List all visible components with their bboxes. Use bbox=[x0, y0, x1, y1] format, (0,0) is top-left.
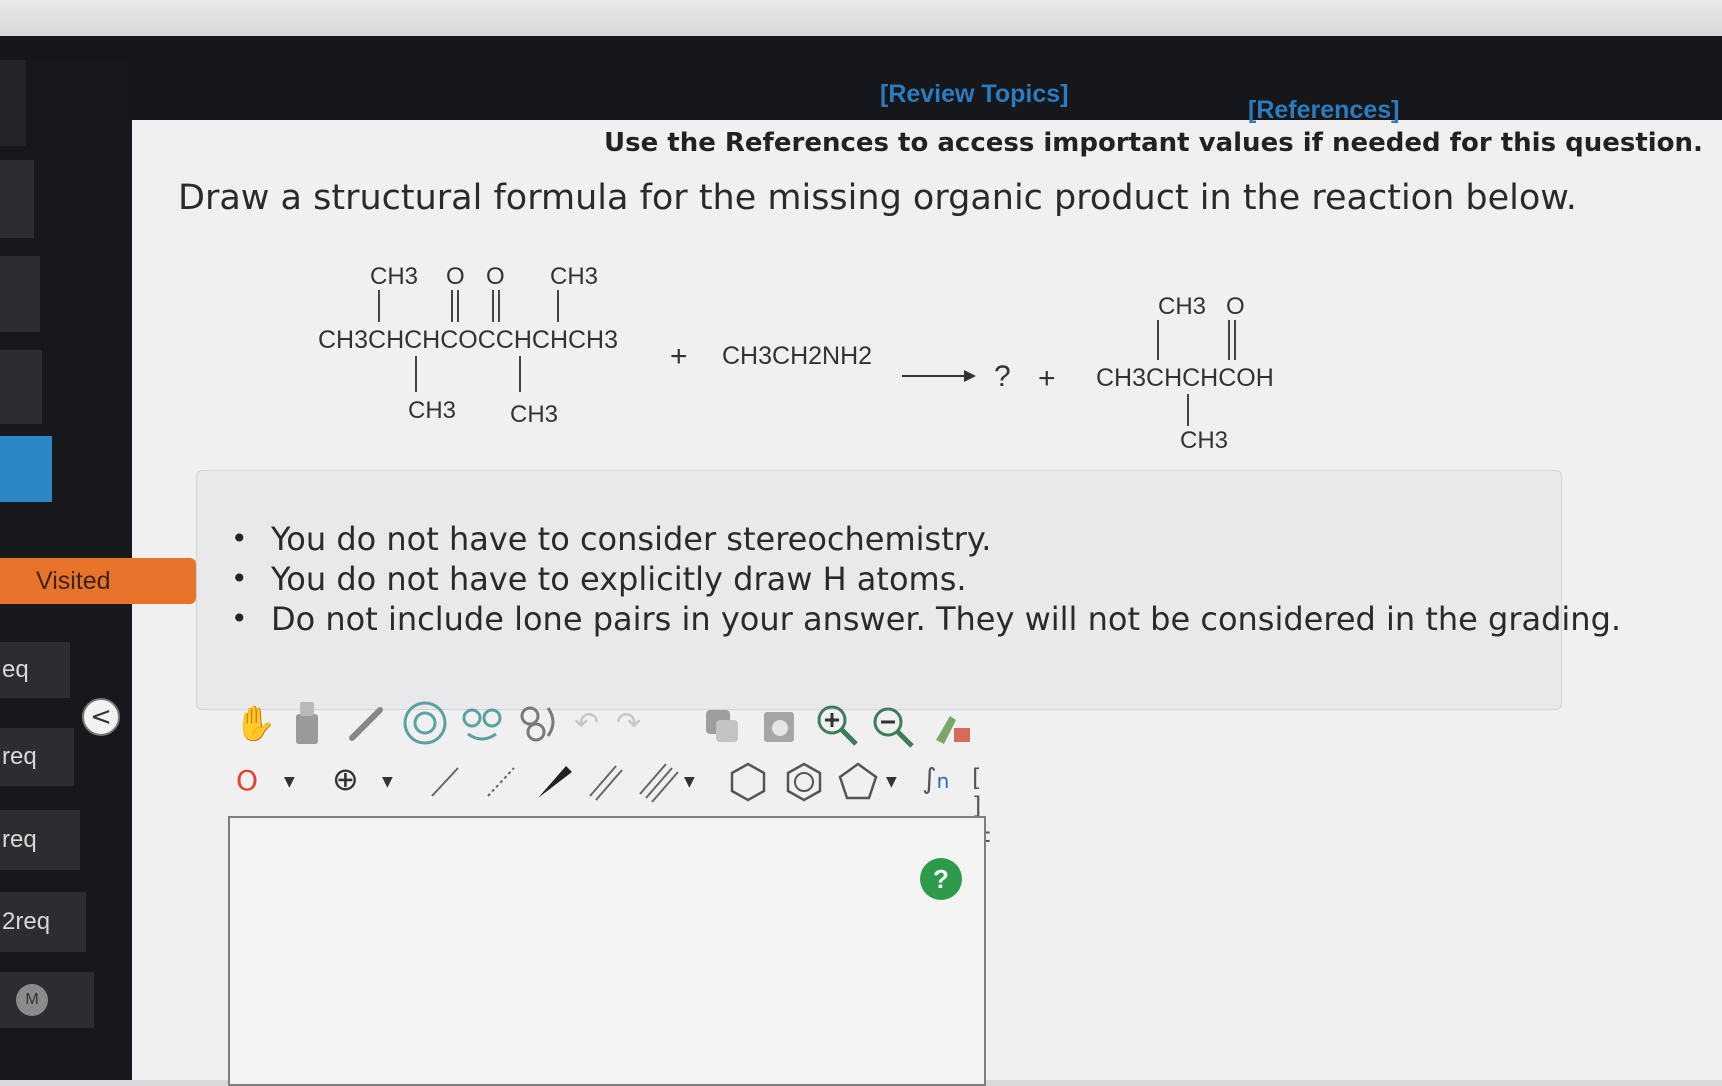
chevron-down-icon[interactable]: ▼ bbox=[886, 774, 897, 790]
undo-icon[interactable]: ↶ bbox=[574, 706, 599, 741]
drawing-canvas[interactable] bbox=[228, 816, 986, 1086]
note-item: You do not have to explicitly draw H ato… bbox=[231, 559, 1621, 599]
double-bond-icon[interactable] bbox=[584, 760, 628, 808]
sidebar-item-eq[interactable]: eq bbox=[0, 642, 70, 698]
r1-bottom-ch3-right: CH3 bbox=[510, 401, 558, 428]
p2-bottom-ch3: CH3 bbox=[1180, 427, 1228, 450]
redo-icon[interactable]: ↷ bbox=[616, 706, 641, 741]
sidebar-item-req[interactable]: req bbox=[0, 728, 74, 786]
reactant-2: CH3CH2NH2 bbox=[722, 342, 872, 370]
p2-main-chain: CH3CHCHCOH bbox=[1096, 364, 1274, 392]
m-icon: M bbox=[16, 984, 48, 1016]
r1-top-o2: O bbox=[486, 263, 505, 290]
sidebar-item[interactable] bbox=[0, 160, 34, 238]
paste-icon[interactable] bbox=[760, 706, 800, 750]
instructions: Use the References to access important v… bbox=[604, 128, 1703, 158]
plus-sign-2: + bbox=[1038, 362, 1056, 395]
collapse-sidebar-button[interactable]: < bbox=[82, 698, 120, 736]
hexagon-icon[interactable] bbox=[726, 760, 770, 808]
sidebar-item[interactable] bbox=[0, 256, 40, 332]
sidebar-item-req-2[interactable]: req bbox=[0, 810, 80, 870]
r1-top-ch3-left: CH3 bbox=[370, 263, 418, 290]
template-ring-icon[interactable] bbox=[402, 700, 448, 750]
note-item: Do not include lone pairs in your answer… bbox=[231, 599, 1621, 639]
screen-top-area bbox=[0, 0, 1722, 40]
copy-icon[interactable] bbox=[702, 706, 742, 750]
atom-selector[interactable]: O bbox=[236, 764, 258, 797]
reaction-equation: CH3 O O CH3 CH3CHCHCOCCHCHCH3 CH3 CH3 + … bbox=[318, 263, 1274, 450]
sidebar-item-label: 2req bbox=[2, 908, 51, 935]
question-text: Draw a structural formula for the missin… bbox=[178, 178, 1577, 218]
clean-icon[interactable] bbox=[930, 706, 974, 750]
benzene-icon[interactable] bbox=[782, 760, 826, 808]
plus-sign-1: + bbox=[670, 340, 688, 373]
zoom-out-icon[interactable] bbox=[870, 704, 916, 754]
hand-icon[interactable]: ✋ bbox=[234, 704, 276, 744]
sn-label: n bbox=[936, 769, 950, 793]
charge-icon[interactable]: ⊕ bbox=[332, 760, 359, 798]
eraser-icon[interactable] bbox=[292, 700, 322, 750]
sidebar-item-label: req bbox=[2, 743, 37, 770]
sidebar-item-m[interactable]: M bbox=[0, 972, 94, 1028]
pentagon-icon[interactable] bbox=[836, 760, 880, 808]
p2-top-o: O bbox=[1226, 293, 1245, 320]
zoom-in-icon[interactable] bbox=[814, 702, 860, 752]
wedge-bond-icon[interactable] bbox=[532, 760, 576, 808]
current-question-tab[interactable] bbox=[0, 436, 52, 502]
sidebar-item[interactable] bbox=[0, 60, 26, 146]
note-item: You do not have to consider stereochemis… bbox=[231, 519, 1621, 559]
molecule-icon[interactable] bbox=[460, 702, 504, 750]
notes-box: You do not have to consider stereochemis… bbox=[196, 470, 1621, 710]
r1-top-ch3-right: CH3 bbox=[550, 263, 598, 290]
r1-bottom-ch3-left: CH3 bbox=[408, 397, 456, 424]
r1-main-chain: CH3CHCHCOCCHCHCH3 bbox=[318, 326, 618, 354]
chevron-down-icon[interactable]: ▼ bbox=[684, 774, 695, 790]
review-topics-link[interactable]: [Review Topics] bbox=[880, 80, 1068, 109]
sidebar-item-label: req bbox=[2, 826, 37, 853]
references-link[interactable]: [References] bbox=[1248, 96, 1399, 125]
sn-bracket-icon[interactable]: ∫n bbox=[922, 762, 949, 795]
visited-badge: Visited bbox=[0, 558, 196, 604]
sidebar-item[interactable] bbox=[0, 350, 42, 424]
triple-bond-icon[interactable] bbox=[636, 760, 680, 808]
sidebar-item-2req[interactable]: 2req bbox=[0, 892, 86, 952]
chain-icon[interactable] bbox=[516, 702, 560, 750]
chevron-down-icon[interactable]: ▼ bbox=[382, 774, 393, 790]
help-button[interactable]: ? bbox=[920, 858, 962, 900]
dashed-bond-icon[interactable] bbox=[482, 762, 522, 806]
single-bond-icon[interactable] bbox=[426, 762, 466, 806]
sidebar-item-label: eq bbox=[2, 656, 29, 683]
chevron-down-icon[interactable]: ▼ bbox=[284, 774, 295, 790]
unknown-product: ? bbox=[994, 360, 1011, 393]
r1-top-o1: O bbox=[446, 263, 465, 290]
p2-top-ch3: CH3 bbox=[1158, 293, 1206, 320]
pencil-icon[interactable] bbox=[346, 704, 386, 748]
header-bar: [Review Topics] [References] bbox=[0, 36, 1722, 124]
